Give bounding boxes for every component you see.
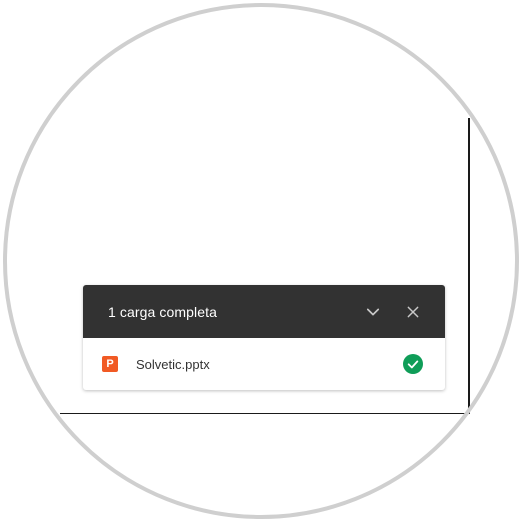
check-circle-icon <box>403 354 423 374</box>
upload-panel-title: 1 carga completa <box>108 303 217 320</box>
upload-panel-header: 1 carga completa <box>83 285 445 338</box>
window-edge-horizontal <box>60 413 470 414</box>
window-edge-vertical <box>468 118 470 414</box>
chevron-down-icon <box>366 308 380 315</box>
upload-file-row[interactable]: P Solvetic.pptx <box>83 338 445 390</box>
collapse-button[interactable] <box>357 296 389 328</box>
upload-progress-panel: 1 carga completa P Solvetic.pptx <box>83 285 445 390</box>
file-name: Solvetic.pptx <box>136 356 210 372</box>
close-button[interactable] <box>397 296 429 328</box>
circle-frame <box>3 3 519 519</box>
screenshot-stage: 1 carga completa P Solvetic.pptx <box>0 0 520 520</box>
powerpoint-file-icon: P <box>102 356 118 372</box>
close-icon <box>407 306 419 317</box>
